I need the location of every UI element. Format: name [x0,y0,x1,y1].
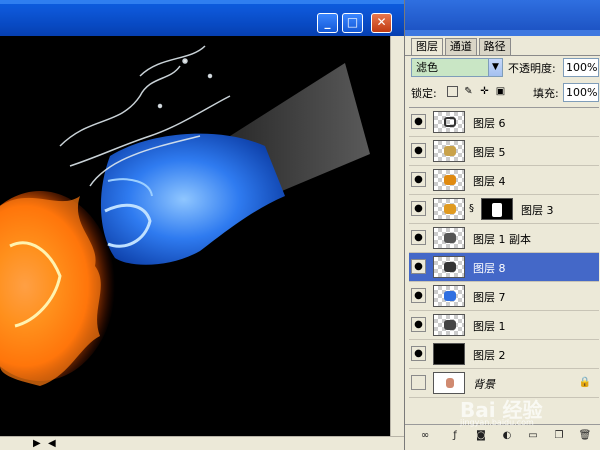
image-canvas[interactable] [0,36,390,436]
eye-icon[interactable]: ● [411,201,426,216]
watermark-sub: jingyan.baidu.com [460,418,534,427]
opacity-input[interactable]: 100% [563,58,599,77]
blend-mode-value: 滤色 [416,61,438,74]
lock-all-icon[interactable]: ▣ [495,86,506,97]
fill-label: 填充: [533,87,559,100]
link-chain-icon[interactable]: § [469,203,474,214]
fill-input[interactable]: 100% [563,83,599,102]
layer-name: 图层 6 [473,117,506,130]
artwork [0,45,370,386]
document-titlebar[interactable]: _ □ ✕ [0,0,404,36]
layer-name: 图层 8 [473,262,506,275]
layer-name: 图层 1 副本 [473,233,531,246]
eye-icon[interactable]: ● [411,230,426,245]
baidu-watermark: Bai 经验 jingyan.baidu.com [460,394,543,427]
panel-titlebar[interactable] [405,0,600,36]
layer-thumbnail [433,256,465,278]
tab-channels[interactable]: 通道 [444,38,477,55]
lock-move-icon[interactable]: ✛ [479,86,490,97]
add-mask-icon[interactable]: ◙ [473,429,489,443]
layer-thumbnail [433,140,465,162]
tab-paths[interactable]: 路径 [478,38,511,55]
layer-row[interactable]: ● 图层 1 [409,311,599,340]
horizontal-scrollbar[interactable]: ▶ ◀ [0,436,404,450]
layer-thumbnail [433,111,465,133]
eye-icon[interactable]: ● [411,143,426,158]
eye-icon[interactable]: ● [411,288,426,303]
layer-name: 图层 4 [473,175,506,188]
photoshop-workspace: _ □ ✕ ▶ ◀ 图层 通道 路径 滤色 ▼ 不透明度: 100% 锁定: ✎… [0,0,600,450]
layer-name: 图层 2 [473,349,506,362]
close-button[interactable]: ✕ [371,13,392,33]
layers-list: ● 图层 6 ● 图层 5 ● 图层 4 ● § 图层 3 ● 图层 1 副本 … [409,107,599,419]
lock-paint-icon[interactable]: ✎ [463,86,474,97]
delete-layer-icon[interactable]: 🗑 [577,429,593,443]
layer-name: 图层 7 [473,291,506,304]
layer-thumbnail [433,372,465,394]
layer-row[interactable]: ● 图层 4 [409,166,599,195]
layer-row[interactable]: ● § 图层 3 [409,195,599,224]
panel-tabs: 图层 通道 路径 [411,38,511,56]
minimize-button[interactable]: _ [317,13,338,33]
layer-name: 图层 3 [521,204,554,217]
scroll-left-arrow-icon[interactable]: ◀ [48,438,56,449]
layer-thumbnail [433,169,465,191]
document-window: _ □ ✕ ▶ ◀ [0,0,404,450]
blue-fist-shape [100,133,286,265]
new-layer-icon[interactable]: ❐ [551,429,567,443]
layer-thumbnail [433,343,465,365]
blend-mode-select[interactable]: 滤色 ▼ [411,58,503,77]
layer-row[interactable]: ● 图层 6 [409,108,599,137]
eye-icon[interactable]: ● [411,172,426,187]
fire-fist-shape [0,191,115,386]
layer-row[interactable]: ● 图层 7 [409,282,599,311]
layer-name: 图层 1 [473,320,506,333]
eye-icon[interactable]: ● [411,317,426,332]
layers-panel: 图层 通道 路径 滤色 ▼ 不透明度: 100% 锁定: ✎ ✛ ▣ 填充: 1… [404,0,600,450]
layer-name: 背景 [473,378,495,391]
layer-thumbnail [433,285,465,307]
layer-row[interactable]: ● 图层 2 [409,340,599,369]
layer-name: 图层 5 [473,146,506,159]
blend-row: 滤色 ▼ 不透明度: 100% [411,58,599,78]
layer-thumbnail [433,314,465,336]
adjustment-layer-icon[interactable]: ◐ [499,429,515,443]
eye-icon[interactable]: ● [411,114,426,129]
opacity-label: 不透明度: [508,62,556,75]
layer-style-icon[interactable]: ƒ [447,429,463,443]
layer-mask-thumbnail[interactable] [481,198,513,220]
lock-icon: 🔒 [578,377,591,388]
panel-footer: ∞ ƒ ◙ ◐ ▭ ❐ 🗑 [405,424,600,450]
lock-label: 锁定: [411,87,437,100]
eye-icon[interactable]: ● [411,346,426,361]
layer-row-selected[interactable]: ● 图层 8 [409,253,599,282]
tab-layers[interactable]: 图层 [411,38,443,55]
vertical-scrollbar[interactable] [390,36,404,436]
layer-row[interactable]: ● 图层 1 副本 [409,224,599,253]
lock-transparency-icon[interactable] [447,86,458,97]
layer-row[interactable]: ● 图层 5 [409,137,599,166]
chevron-down-icon[interactable]: ▼ [488,59,502,76]
link-layers-icon[interactable]: ∞ [417,429,433,443]
lock-row: 锁定: ✎ ✛ ▣ 填充: 100% [411,83,599,102]
eye-icon[interactable]: ● [411,259,426,274]
eye-icon[interactable]: ● [411,375,426,390]
layer-thumbnail [433,198,465,220]
scroll-right-arrow-icon[interactable]: ▶ [33,438,41,449]
maximize-button[interactable]: □ [342,13,363,33]
layer-thumbnail [433,227,465,249]
new-group-icon[interactable]: ▭ [525,429,541,443]
